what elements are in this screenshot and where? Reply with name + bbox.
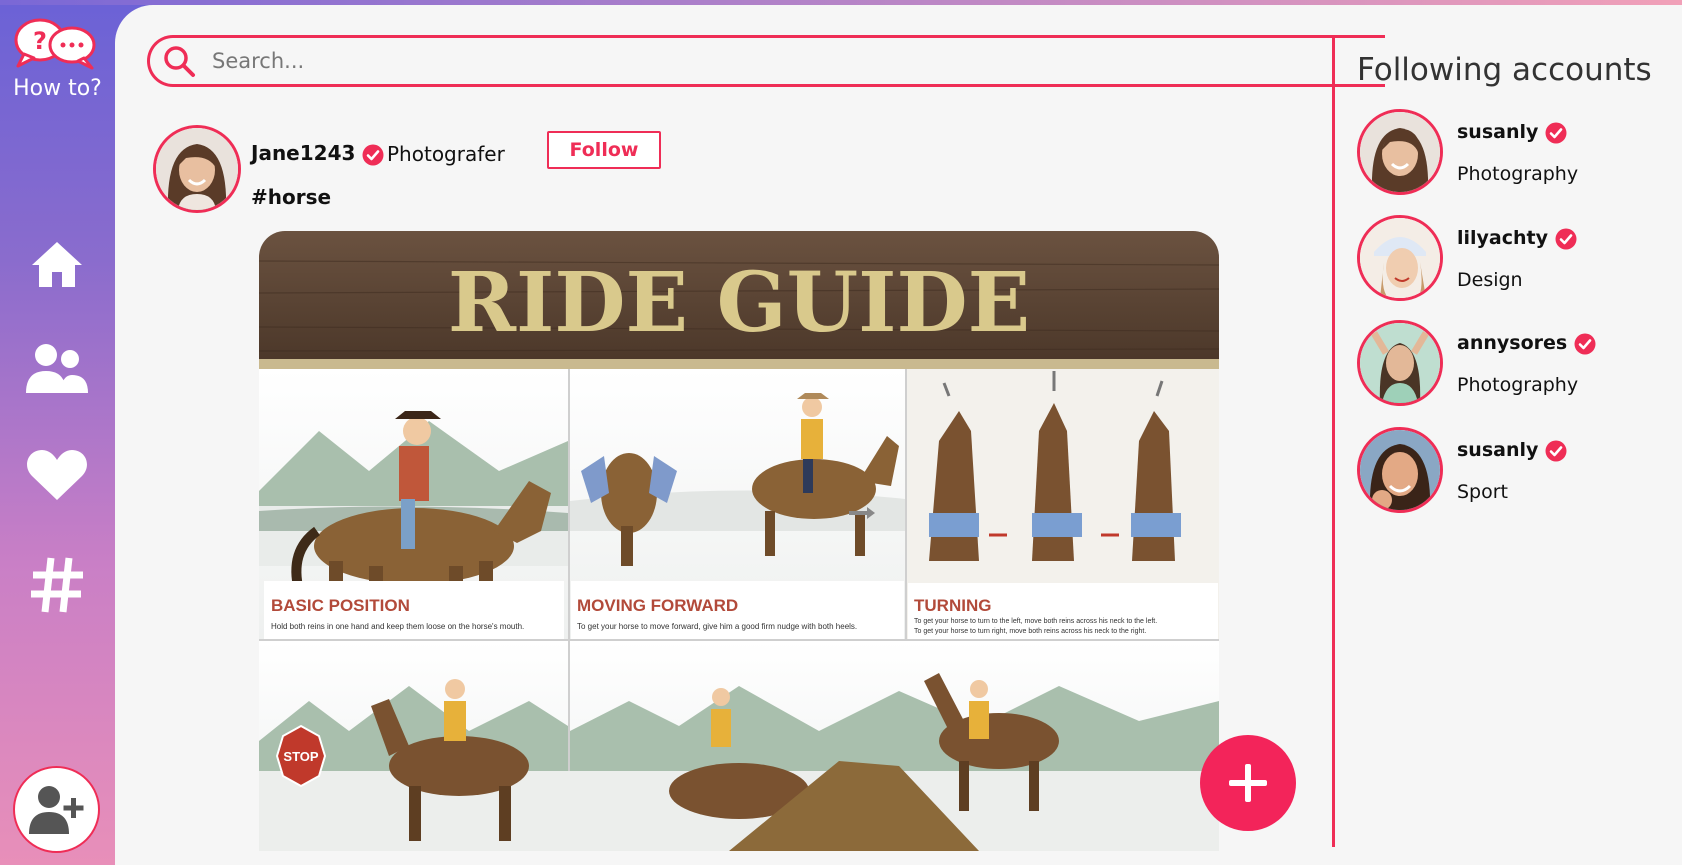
search-bar[interactable]: [147, 35, 1385, 87]
panel-heading-turning: TURNING: [914, 596, 991, 615]
account-avatar[interactable]: [1357, 320, 1443, 406]
account-category: Photography: [1457, 163, 1579, 185]
verified-icon: [362, 144, 384, 165]
logo-icon[interactable]: ?: [12, 16, 102, 72]
account-name[interactable]: susanly: [1457, 439, 1567, 462]
sidebar: ? How to?: [0, 0, 115, 865]
logo-text: How to?: [13, 76, 102, 101]
panel-text-turning-left: To get your horse to turn to the left, m…: [914, 618, 1157, 625]
following-title: Following accounts: [1357, 52, 1652, 88]
post-author-avatar[interactable]: [153, 125, 241, 213]
account-category: Design: [1457, 269, 1523, 291]
account-avatar[interactable]: [1357, 427, 1443, 513]
users-icon[interactable]: [22, 338, 92, 398]
hashtag-icon[interactable]: [22, 555, 92, 615]
following-account[interactable]: susanly Sport: [1357, 427, 1677, 517]
panel-heading-basic: BASIC POSITION: [271, 596, 410, 615]
post-image[interactable]: RIDE GUIDE BASIC POSITION Hold both rein…: [259, 231, 1219, 851]
search-icon: [164, 46, 195, 77]
follow-button[interactable]: Follow: [547, 131, 661, 169]
search-input[interactable]: [212, 49, 1112, 73]
account-name[interactable]: annysores: [1457, 332, 1596, 355]
stop-sign-text: STOP: [283, 749, 318, 764]
panel-text-turning-right: To get your horse to turn right, move bo…: [914, 628, 1146, 635]
verified-icon: [1545, 122, 1567, 143]
account-username[interactable]: susanly: [1457, 121, 1538, 143]
account-username[interactable]: susanly: [1457, 439, 1538, 461]
following-account[interactable]: lilyachty Design: [1357, 215, 1677, 305]
panel-text-basic: Hold both reins in one hand and keep the…: [271, 622, 524, 631]
guide-title: RIDE GUIDE: [448, 255, 1030, 351]
add-user-button[interactable]: [13, 766, 100, 853]
verified-icon: [1545, 440, 1567, 461]
post-author[interactable]: Jane1243: [251, 141, 384, 166]
panel-text-forward: To get your horse to move forward, give …: [577, 622, 857, 631]
panel-heading-forward: MOVING FORWARD: [577, 596, 738, 615]
account-name[interactable]: lilyachty: [1457, 227, 1577, 250]
post-author-role: Photografer: [387, 142, 505, 166]
svg-text:?: ?: [33, 27, 47, 55]
following-account[interactable]: susanly Photography: [1357, 109, 1677, 199]
account-category: Photography: [1457, 374, 1579, 396]
account-username[interactable]: annysores: [1457, 332, 1567, 354]
home-icon[interactable]: [22, 234, 92, 294]
heart-icon[interactable]: [22, 445, 92, 505]
plus-icon: [1229, 764, 1267, 802]
following-account[interactable]: annysores Photography: [1357, 320, 1677, 410]
panel-divider: [1332, 35, 1335, 847]
account-category: Sport: [1457, 481, 1509, 503]
account-username[interactable]: lilyachty: [1457, 227, 1548, 249]
verified-icon: [1555, 228, 1577, 249]
create-post-button[interactable]: [1200, 735, 1296, 831]
account-avatar[interactable]: [1357, 109, 1443, 195]
account-name[interactable]: susanly: [1457, 121, 1567, 144]
verified-icon: [1574, 333, 1596, 354]
add-user-icon: [28, 785, 83, 834]
post-hashtag[interactable]: #horse: [251, 185, 331, 209]
post-username[interactable]: Jane1243: [251, 141, 355, 165]
account-avatar[interactable]: [1357, 215, 1443, 301]
